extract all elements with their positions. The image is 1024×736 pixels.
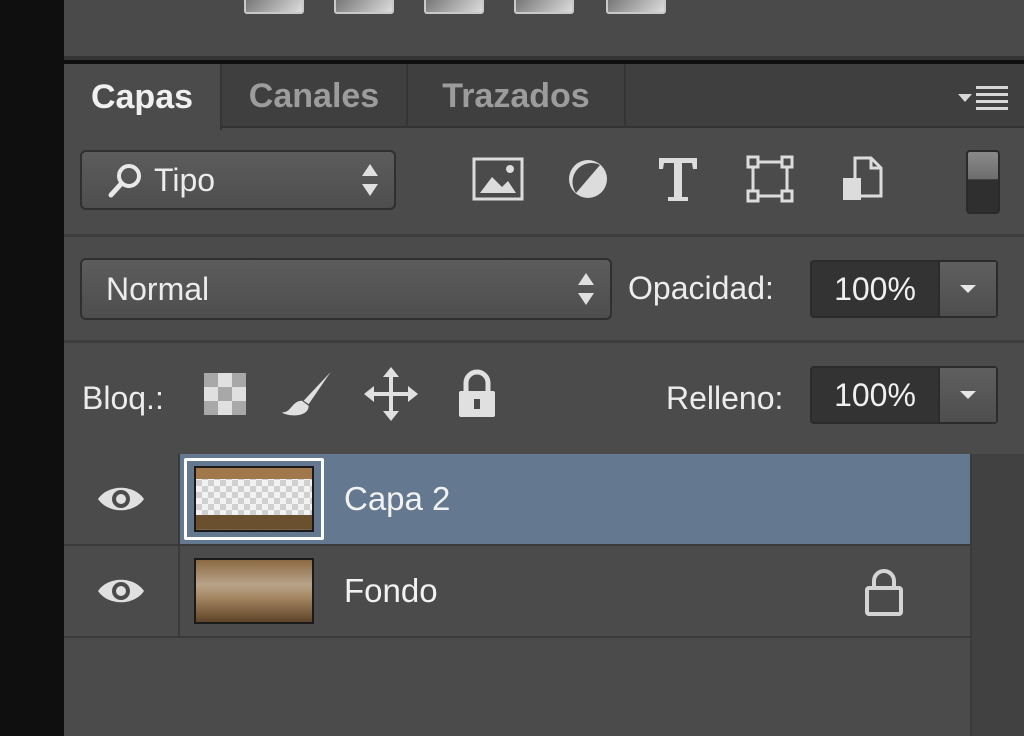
layer-name[interactable]: Fondo (344, 546, 438, 636)
separator (64, 340, 1024, 343)
search-icon (108, 162, 144, 198)
lock-transparent-pixels-icon[interactable] (198, 366, 252, 422)
tab-trazados[interactable]: Trazados (408, 64, 626, 128)
fill-field[interactable]: 100% (810, 366, 998, 424)
opacity-field[interactable]: 100% (810, 260, 998, 318)
layers-list: Capa 2 Fondo (64, 454, 970, 736)
eye-icon (98, 487, 144, 511)
adjustment-icon-4[interactable] (514, 0, 574, 14)
layer-row-fondo[interactable]: Fondo (64, 546, 970, 638)
opacity-slider-button[interactable] (938, 262, 996, 316)
chevron-down-icon (960, 285, 976, 293)
visibility-toggle[interactable] (64, 454, 180, 544)
layer-name[interactable]: Capa 2 (344, 454, 450, 544)
adjustment-filter-icon[interactable] (561, 152, 615, 206)
filter-kind-label: Tipo (154, 161, 216, 198)
panel-menu-icon[interactable] (958, 82, 1014, 112)
smart-object-filter-icon[interactable] (835, 152, 889, 206)
opacity-value[interactable]: 100% (812, 262, 938, 316)
filter-toggle-icon[interactable] (966, 150, 1000, 214)
fill-label: Relleno: (666, 380, 784, 416)
panel-tab-bar: Capas Canales Trazados (64, 64, 1024, 130)
eye-icon (98, 579, 144, 603)
layer-thumbnail[interactable] (194, 558, 314, 624)
type-filter-icon[interactable] (651, 152, 705, 206)
lock-label: Bloq.: (82, 380, 164, 416)
image-filter-icon[interactable] (471, 152, 525, 206)
fill-slider-button[interactable] (938, 368, 996, 422)
adjustment-icon-2[interactable] (334, 0, 394, 14)
lock-image-pixels-icon[interactable] (280, 366, 334, 422)
separator (64, 234, 1024, 237)
adjustment-icon-5[interactable] (606, 0, 666, 14)
workspace-edge (0, 0, 64, 736)
lock-position-icon[interactable] (364, 366, 418, 422)
filter-kind-dropdown[interactable]: Tipo (80, 150, 396, 210)
layer-thumbnail[interactable] (194, 466, 314, 532)
layers-panel: Capas Canales Trazados Tipo Normal Opaci… (64, 64, 1024, 736)
lock-all-icon[interactable] (450, 366, 504, 422)
adjustments-panel (64, 0, 1024, 60)
adjustment-icon-1[interactable] (244, 0, 304, 14)
adjustment-icon-3[interactable] (424, 0, 484, 14)
tab-canales[interactable]: Canales (222, 64, 408, 128)
blend-mode-label: Normal (106, 270, 210, 307)
fill-value[interactable]: 100% (812, 368, 938, 422)
layers-scrollbar[interactable] (970, 454, 1024, 736)
opacity-label: Opacidad: (628, 270, 774, 306)
layer-row-capa-2[interactable]: Capa 2 (64, 454, 970, 546)
chevron-down-icon (960, 391, 976, 399)
blend-mode-dropdown[interactable]: Normal (80, 258, 612, 320)
layer-lock-icon (864, 568, 908, 618)
tab-capas[interactable]: Capas (64, 64, 222, 130)
updown-arrows-icon (362, 164, 378, 196)
visibility-toggle[interactable] (64, 546, 180, 636)
updown-arrows-icon (578, 273, 594, 305)
shape-filter-icon[interactable] (743, 152, 797, 206)
